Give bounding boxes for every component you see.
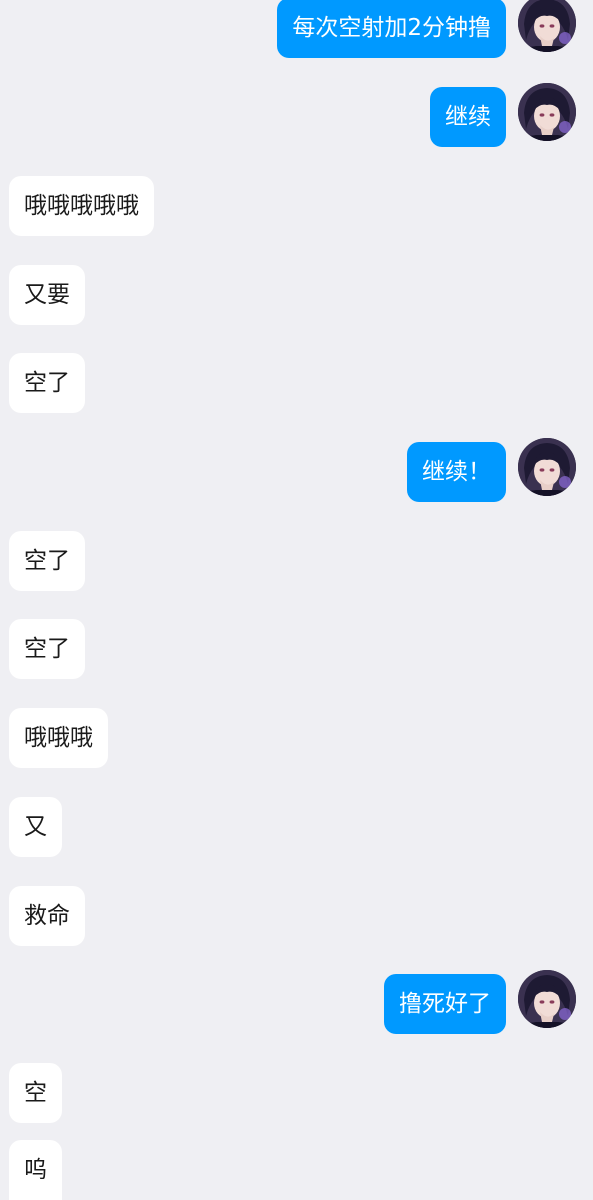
message-row: 空了 [9,531,85,591]
message-row: 救命 [9,886,85,946]
message-row: 空了 [9,619,85,679]
contact-avatar-icon[interactable] [518,438,576,496]
message-row: 撸死好了 [384,974,506,1034]
incoming-message-bubble[interactable]: 又 [9,797,62,857]
contact-avatar-icon[interactable] [518,0,576,52]
message-row: 又 [9,797,62,857]
incoming-message-bubble[interactable]: 空了 [9,353,85,413]
outgoing-message-bubble[interactable]: 撸死好了 [384,974,506,1034]
message-row: 哦哦哦 [9,708,108,768]
contact-avatar-icon[interactable] [518,970,576,1028]
message-row: 空 [9,1063,62,1123]
outgoing-message-bubble[interactable]: 继续！ [407,442,506,502]
incoming-message-bubble[interactable]: 空了 [9,531,85,591]
incoming-message-bubble[interactable]: 救命 [9,886,85,946]
message-row: 每次空射加2分钟撸 [277,0,506,58]
message-row: 继续！ [407,442,506,502]
message-row: 空了 [9,353,85,413]
contact-avatar-icon[interactable] [518,83,576,141]
incoming-message-bubble[interactable]: 又要 [9,265,85,325]
message-row: 呜 [9,1140,62,1200]
incoming-message-bubble[interactable]: 空了 [9,619,85,679]
chat-message-list[interactable]: 每次空射加2分钟撸 继续 哦哦哦哦哦 又要 空了 继续！ 空了 空了 哦哦哦 又… [0,0,593,1200]
incoming-message-bubble[interactable]: 哦哦哦哦哦 [9,176,154,236]
incoming-message-bubble[interactable]: 哦哦哦 [9,708,108,768]
incoming-message-bubble[interactable]: 空 [9,1063,62,1123]
incoming-message-bubble[interactable]: 呜 [9,1140,62,1200]
message-row: 又要 [9,265,85,325]
outgoing-message-bubble[interactable]: 继续 [430,87,506,147]
message-row: 继续 [430,87,506,147]
outgoing-message-bubble[interactable]: 每次空射加2分钟撸 [277,0,506,58]
message-row: 哦哦哦哦哦 [9,176,154,236]
